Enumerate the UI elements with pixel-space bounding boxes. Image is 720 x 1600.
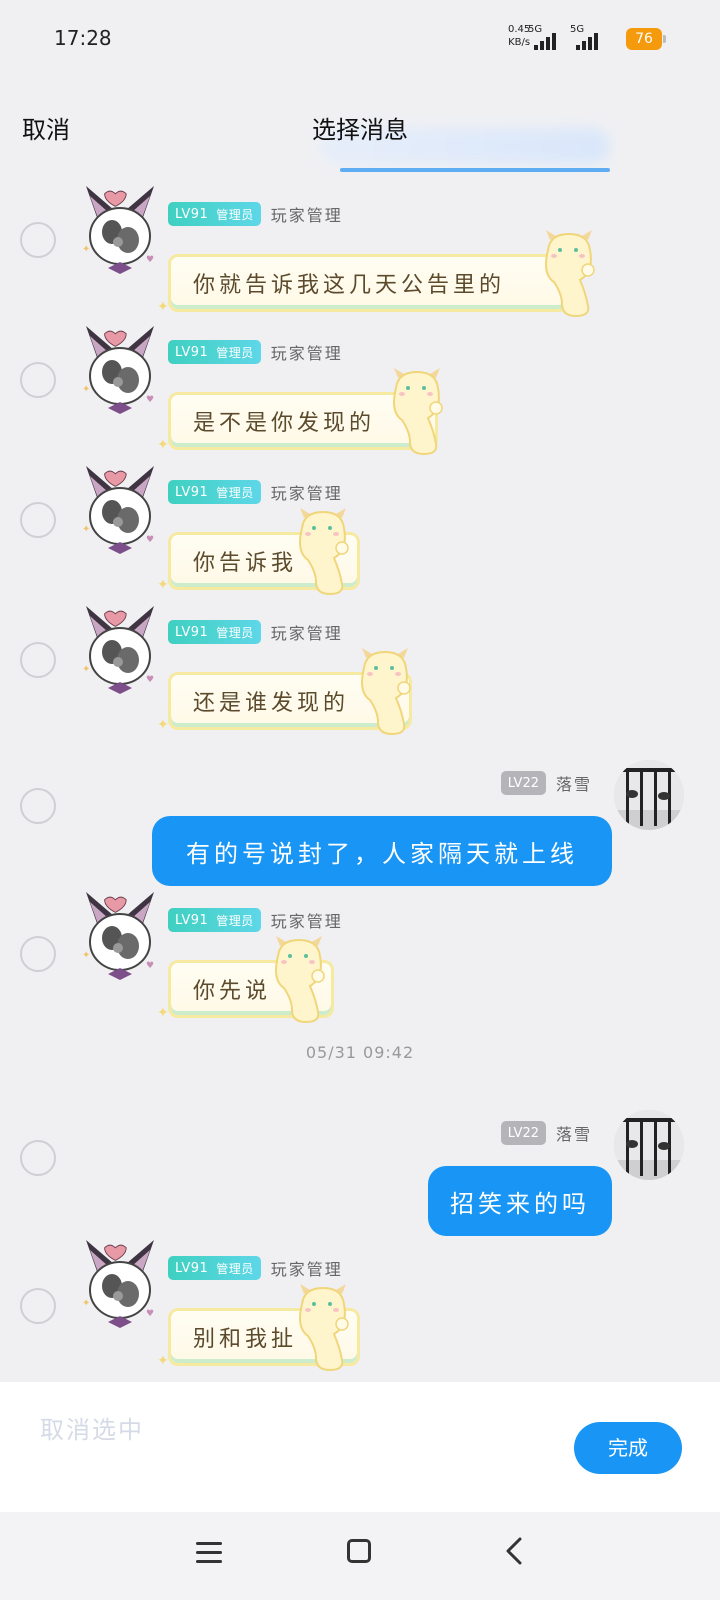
message-bubble[interactable]: 你就告诉我这几天公告里的 [157, 254, 569, 315]
clock: 17:28 [54, 26, 112, 50]
avatar[interactable] [80, 602, 160, 702]
message-row: LV91管理员 玩家管理 是不是你发现的 [0, 322, 720, 462]
select-radio[interactable] [20, 1140, 56, 1176]
sender-name: 玩家管理 [270, 912, 343, 931]
avatar[interactable] [614, 760, 684, 830]
cat-sticker-icon [388, 366, 446, 456]
sender-tag: LV22 落雪 [500, 770, 592, 796]
cat-sticker-icon [540, 228, 598, 318]
blurred-banner-line [340, 168, 610, 172]
avatar[interactable] [614, 1110, 684, 1180]
level-badge: LV91 管理员 [168, 908, 261, 932]
sender-tag: LV91 管理员 玩家管理 [168, 202, 343, 226]
sender-name: 落雪 [555, 1125, 592, 1144]
message-row: LV91管理员 玩家管理 别和我扯 [0, 1236, 720, 1382]
avatar[interactable] [80, 888, 160, 988]
unselect-button[interactable]: 取消选中 [40, 1410, 144, 1445]
message-bubble[interactable]: 有的号说封了，人家隔天就上线 [152, 816, 612, 886]
message-row: LV91管理员 玩家管理 你告诉我 [0, 462, 720, 602]
message-row: LV91管理员 玩家管理 你先说 [0, 888, 720, 1028]
battery-icon: 76 [626, 28, 666, 50]
page-title: 选择消息 [312, 116, 408, 144]
status-bar: 17:28 0.45 KB/s 5G 5G 76 [0, 0, 720, 80]
sender-name: 玩家管理 [270, 206, 343, 225]
sender-tag: LV91 管理员 玩家管理 [168, 908, 343, 932]
select-radio[interactable] [20, 362, 56, 398]
net-speed: 0.45 KB/s [508, 24, 531, 48]
avatar[interactable] [80, 322, 160, 422]
message-row: LV91管理员 玩家管理 你就告诉我这几天公告里的 [0, 182, 720, 322]
level-badge: LV91 管理员 [168, 1256, 261, 1280]
select-radio[interactable] [20, 788, 56, 824]
select-radio[interactable] [20, 222, 56, 258]
message-bubble[interactable]: 招笑来的吗 [428, 1166, 612, 1236]
back-icon[interactable] [500, 1536, 530, 1566]
done-button[interactable]: 完成 [574, 1422, 682, 1474]
home-icon[interactable] [347, 1539, 371, 1563]
select-radio[interactable] [20, 642, 56, 678]
cat-sticker-icon [294, 1282, 352, 1372]
sender-name: 玩家管理 [270, 344, 343, 363]
cat-sticker-icon [294, 506, 352, 596]
sender-tag: LV91 管理员 玩家管理 [168, 620, 343, 644]
avatar[interactable] [80, 1236, 160, 1336]
sender-tag: LV91 管理员 玩家管理 [168, 480, 343, 504]
timestamp: 05/31 09:42 [305, 1043, 415, 1062]
level-badge: LV91 管理员 [168, 340, 261, 364]
cat-sticker-icon [270, 934, 328, 1024]
level-badge: LV22 [500, 771, 546, 795]
level-badge: LV22 [500, 1121, 546, 1145]
select-radio[interactable] [20, 1288, 56, 1324]
message-row: LV22 落雪 招笑来的吗 [0, 1110, 720, 1240]
select-radio[interactable] [20, 502, 56, 538]
level-badge: LV91 管理员 [168, 620, 261, 644]
sender-tag: LV22 落雪 [500, 1120, 592, 1146]
cat-sticker-icon [356, 646, 414, 736]
sender-name: 玩家管理 [270, 1260, 343, 1279]
signal-icon: 5G [528, 24, 562, 50]
avatar[interactable] [80, 462, 160, 562]
sender-tag: LV91 管理员 玩家管理 [168, 340, 343, 364]
system-nav-bar [0, 1512, 720, 1600]
signal-icon-2: 5G [570, 24, 604, 50]
sender-name: 落雪 [555, 775, 592, 794]
menu-icon[interactable] [196, 1542, 222, 1564]
sender-name: 玩家管理 [270, 484, 343, 503]
select-radio[interactable] [20, 936, 56, 972]
avatar[interactable] [80, 182, 160, 282]
sender-tag: LV91 管理员 玩家管理 [168, 1256, 343, 1280]
sender-name: 玩家管理 [270, 624, 343, 643]
header: 取消 选择消息 [0, 88, 720, 178]
action-bar: 取消选中 完成 [0, 1382, 720, 1512]
level-badge: LV91 管理员 [168, 480, 261, 504]
level-badge: LV91 管理员 [168, 202, 261, 226]
message-row: LV22 落雪 有的号说封了，人家隔天就上线 [0, 760, 720, 890]
message-row: LV91管理员 玩家管理 还是谁发现的 [0, 602, 720, 742]
